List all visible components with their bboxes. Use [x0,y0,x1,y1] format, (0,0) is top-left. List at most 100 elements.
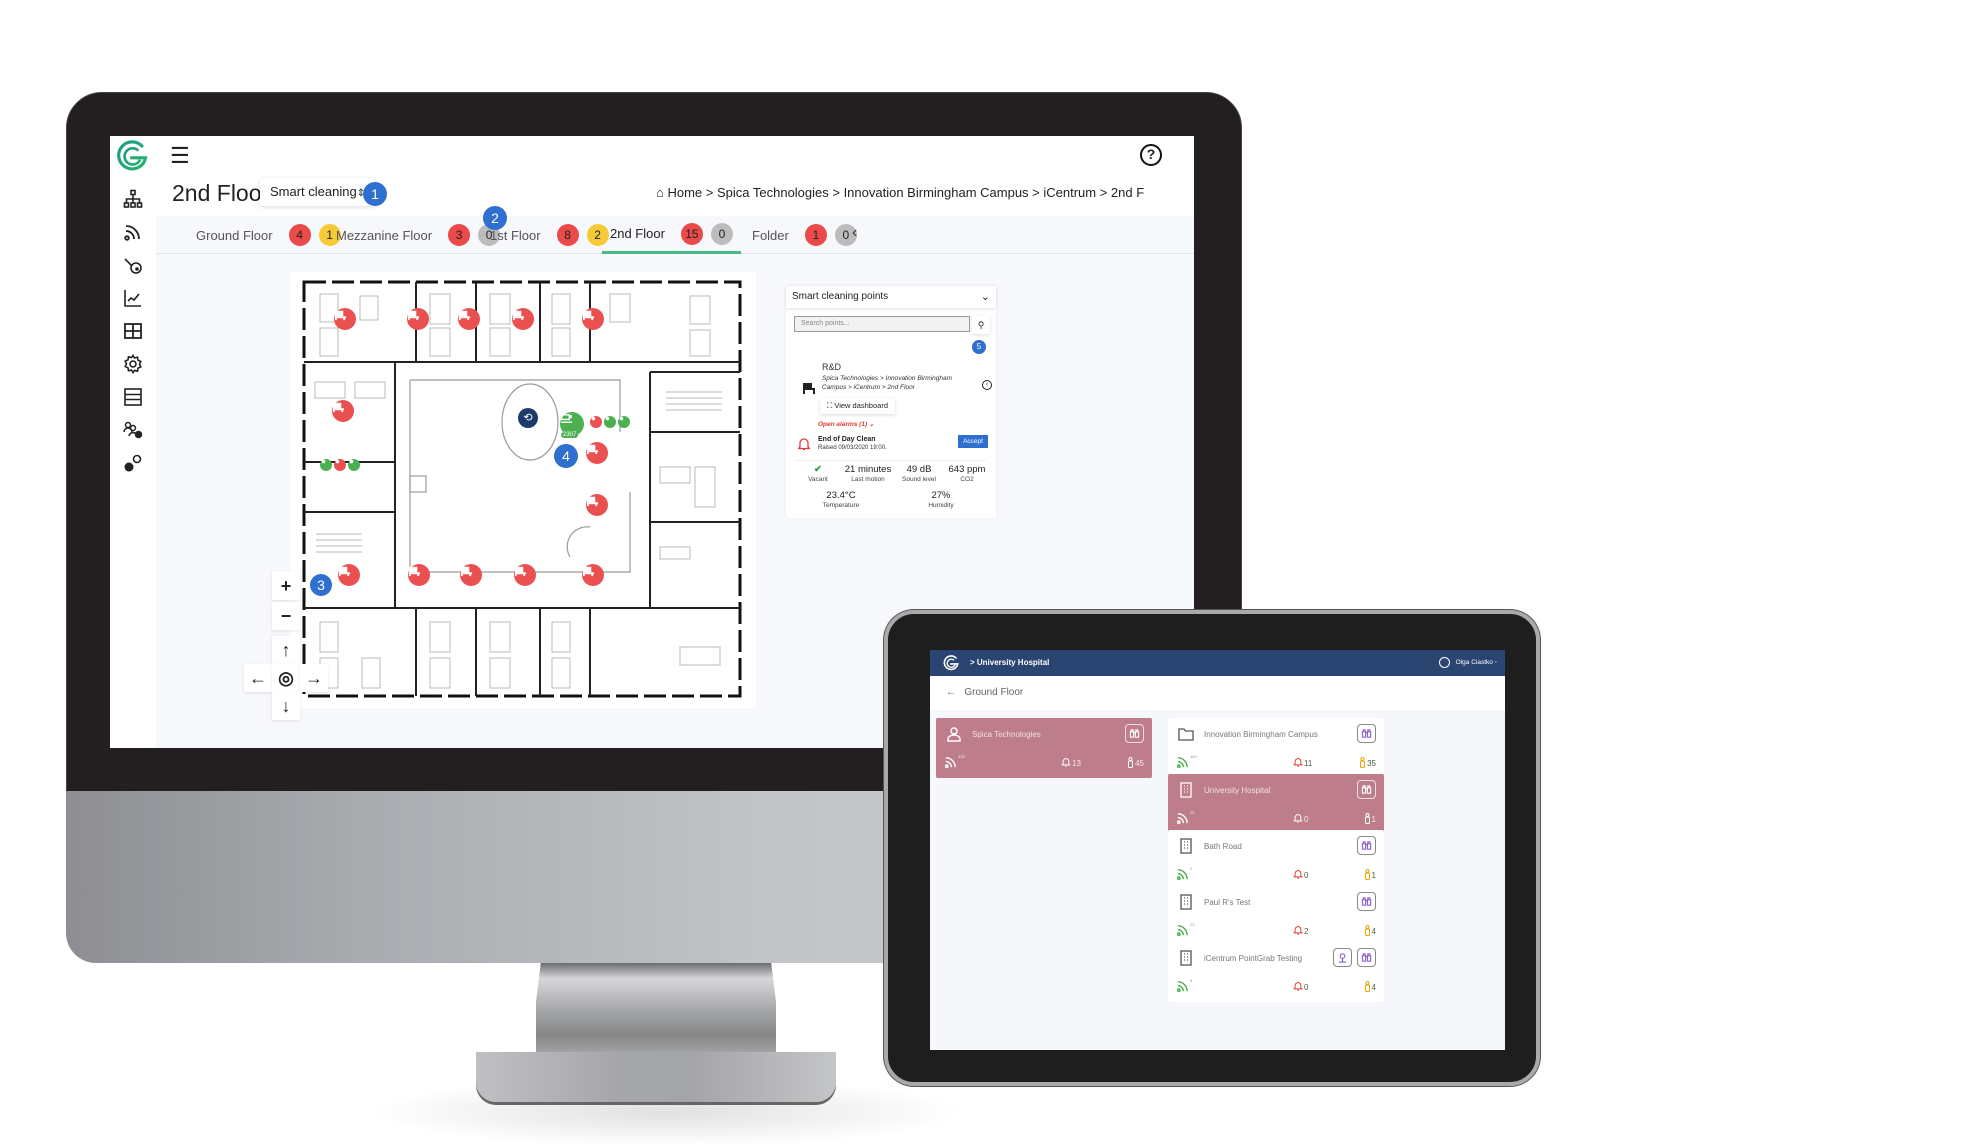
metric-vacant: ✔ Vacant [796,464,840,483]
alarm-raised-time: Raised 09/03/2020 19:00. [818,445,887,451]
metric-label: Humidity [928,502,954,509]
search-icon[interactable]: ⚲ [972,316,990,334]
server-list-icon[interactable] [122,386,144,408]
location-card[interactable]: Innovation Birmingham Campus 449 11 35 [1168,718,1384,778]
pan-left-button[interactable]: ← [244,664,272,692]
desk-marker-alarm[interactable] [460,564,482,586]
callout-badge-5: 5 [972,340,986,354]
callout-badge-4: 4 [554,444,578,468]
desk-marker-alarm[interactable] [512,308,534,330]
panel-header[interactable]: Smart cleaning points ⌄ [786,286,996,308]
desk-marker-alarm[interactable] [458,308,480,330]
tablet-breadcrumb[interactable]: > University Hospital [970,658,1049,667]
building-icon [1178,950,1194,966]
home-icon[interactable]: ⌂ [656,185,664,200]
alarm-count-badge: 15 [680,222,703,245]
tab-2nd-floor[interactable]: 2nd Floor 15 0 [602,216,741,254]
tab-mezzanine-floor[interactable]: Mezzanine Floor 3 0 [336,216,501,254]
wireless-count: 8 [1190,978,1193,983]
binoculars-icon[interactable] [1357,948,1376,967]
brand-logo-icon[interactable] [942,654,960,672]
desk-marker-alarm[interactable] [586,494,608,516]
location-card[interactable]: Paul R's Test 23 2 4 [1168,886,1384,946]
collapse-circle-icon[interactable]: ‹ [982,380,992,390]
zoom-out-button[interactable]: − [272,602,300,630]
mode-select[interactable]: Smart cleaning⇕ [260,178,376,206]
location-card[interactable]: iCentrum PointGrab Testing 8 0 4 [1168,942,1384,1002]
tab-label: 2nd Floor [610,226,665,241]
wireless-count: 325 [958,754,965,759]
user-menu[interactable]: Olga Ciastko ◦ [1438,657,1497,668]
desk-marker-alarm[interactable] [338,564,360,586]
tablet-device: > University Hospital Olga Ciastko ◦ ← G… [884,610,1540,1086]
zoom-in-button[interactable]: + [272,572,300,600]
desk-marker-alarm[interactable] [514,564,536,586]
chevron-down-icon[interactable]: ⌄ [981,286,990,308]
hamburger-icon[interactable]: ☰ [170,145,190,167]
occupancy-value: 45 [1135,759,1144,768]
map-pin-icon[interactable] [1333,948,1352,967]
location-card[interactable]: University Hospital 25 0 1 [1168,774,1384,834]
binoculars-icon[interactable] [1357,892,1376,911]
binoculars-icon[interactable] [1357,780,1376,799]
gear-icon[interactable] [122,353,144,375]
desk-marker-alarm[interactable] [408,564,430,586]
restroom-marker-alarm[interactable] [590,416,602,428]
restroom-marker-ok[interactable] [320,459,332,471]
brand-logo-icon[interactable] [114,138,150,174]
wireless-icon[interactable] [122,221,144,243]
grid-icon[interactable] [122,320,144,342]
occupancy-value: 4 [1371,927,1376,936]
desk-marker-alarm[interactable] [407,308,429,330]
wireless-count: 0 [1190,866,1193,871]
tab-label: 1st Floor [490,227,541,243]
location-card[interactable]: Spica Technologies 325 13 45 [936,718,1152,778]
binoculars-icon[interactable] [1125,724,1144,743]
occupancy-count: 1 [1364,869,1376,882]
analytics-chart-icon[interactable] [122,287,144,309]
pan-down-button[interactable]: ↓ [272,692,300,720]
person-occupancy-icon [1127,757,1134,770]
tab-ground-floor[interactable]: Ground Floor 4 1 [196,216,341,254]
accept-button[interactable]: Accept [958,435,988,448]
person-occupancy-icon [1364,925,1371,938]
meeting-room-marker[interactable]: ⟲ [518,408,538,428]
restroom-marker-ok[interactable] [348,459,360,471]
view-dashboard-button[interactable]: ⛶ View dashboard [820,398,895,414]
restroom-marker-ok[interactable] [618,416,630,428]
open-alarms-toggle[interactable]: Open alarms (1) ⌄ [818,420,874,428]
back-arrow-icon[interactable]: ← [946,687,956,698]
desk-marker-alarm[interactable] [582,564,604,586]
help-circle-icon[interactable]: ? [1140,144,1162,166]
alarm-count-badge: 1 [804,224,827,246]
search-points-input[interactable]: Search points... [794,316,970,332]
binoculars-icon[interactable] [1357,836,1376,855]
pan-up-button[interactable]: ↑ [272,636,300,664]
gears-icon[interactable] [122,452,144,474]
location-card[interactable]: Bath Road 0 0 1 [1168,830,1384,890]
bell-icon [798,438,810,451]
desk-marker-alarm[interactable] [332,400,354,422]
wireless-count: 23 [1190,922,1195,927]
tab-1st-floor[interactable]: 1st Floor 8 2 [490,216,609,254]
desk-marker-alarm[interactable] [586,442,608,464]
desk-marker-alarm[interactable] [334,308,356,330]
recenter-button[interactable]: ◎ [272,664,300,692]
alarm-count: 0 [1293,981,1308,993]
occupancy-count: 1 [1364,813,1376,826]
restroom-marker-alarm[interactable] [334,459,346,471]
tab-folder[interactable]: Folder 1 0 [752,216,857,254]
chevron-left-icon[interactable]: ‹ [852,224,857,242]
users-settings-icon[interactable] [122,419,144,441]
breadcrumb-text[interactable]: Home > Spica Technologies > Innovation B… [667,185,1144,200]
binoculars-icon[interactable] [1357,724,1376,743]
restroom-marker-ok[interactable] [604,416,616,428]
tablet-header: > University Hospital Olga Ciastko ◦ [930,650,1505,676]
hierarchy-icon[interactable] [122,188,144,210]
alarm-count-value: 2 [1304,926,1309,936]
floor-plan[interactable]: 2307 ⟲ 4 [290,272,756,708]
key-icon[interactable] [122,254,144,276]
breadcrumb[interactable]: ⌂ Home > Spica Technologies > Innovation… [656,185,1144,200]
desk-marker-alarm[interactable] [582,308,604,330]
pan-right-button[interactable]: → [300,664,328,692]
